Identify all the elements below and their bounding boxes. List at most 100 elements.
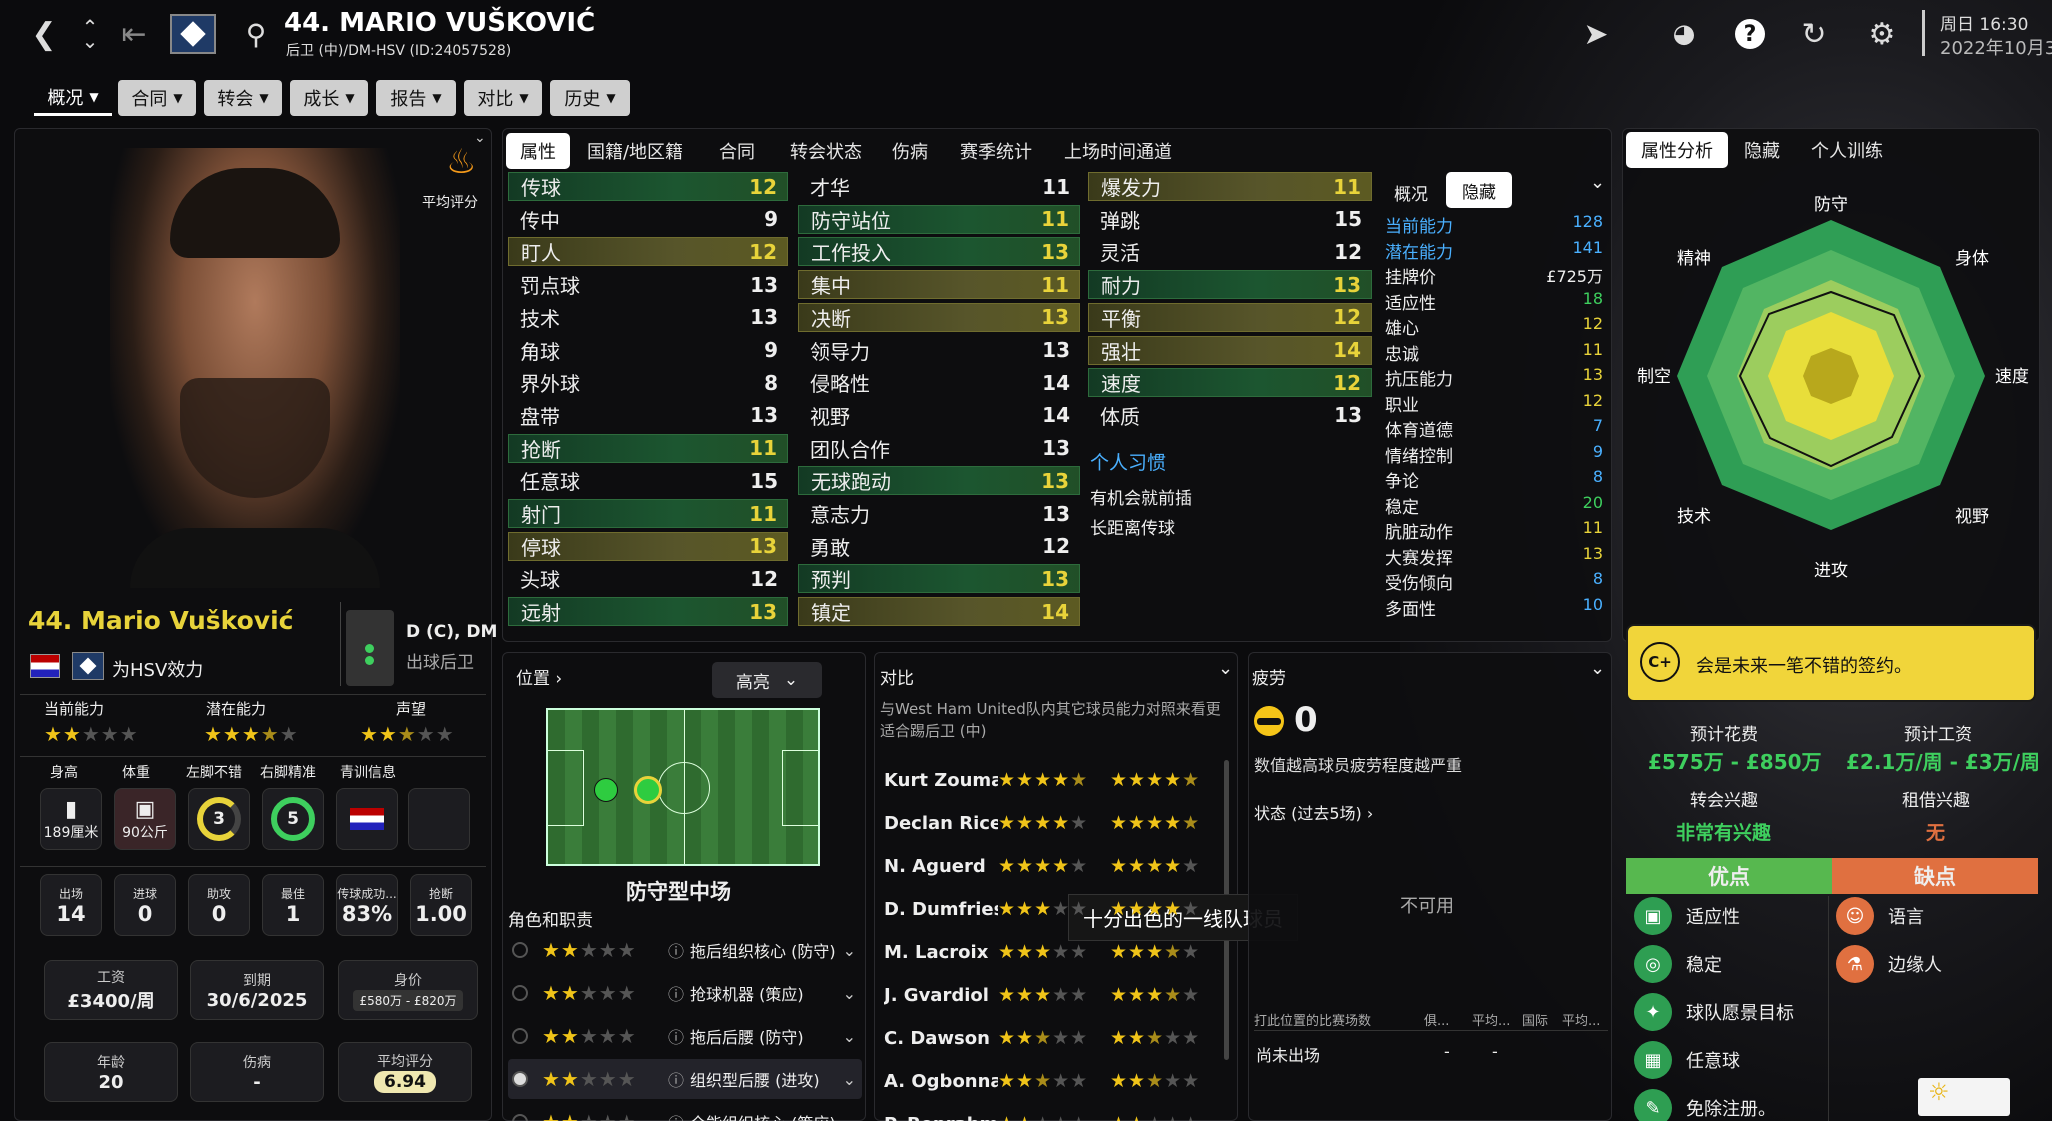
back-icon[interactable]: ❮ [24, 14, 64, 54]
attribute-row[interactable]: 视野 14 [798, 401, 1080, 430]
attr-tab[interactable]: 赛季统计 [950, 133, 1042, 169]
hidden-tab-hidden[interactable]: 隐藏 [1446, 172, 1512, 208]
role-row[interactable]: ★★★★★ⓘ 全能组织核心 (策应)⌄ [508, 1102, 862, 1121]
club-badge-icon[interactable] [170, 14, 216, 54]
skip-icon[interactable]: ⇤ [114, 14, 154, 54]
radio-button[interactable] [512, 1114, 528, 1121]
chevron-down-icon[interactable]: ⌄ [1590, 658, 1605, 679]
tab-hidden[interactable]: 隐藏 [1738, 132, 1786, 168]
attribute-row[interactable]: 决断 13 [798, 302, 1080, 332]
info-icon[interactable]: ⓘ [668, 1110, 684, 1121]
compare-row[interactable]: Declan Rice ★★★★★ ★★★★★ [884, 803, 1224, 843]
attribute-row[interactable]: 勇敢 12 [798, 532, 1080, 561]
attribute-row[interactable]: 速度 12 [1088, 368, 1372, 398]
chevron-down-icon[interactable]: ⌄ [1218, 658, 1233, 679]
attribute-row[interactable]: 才华 11 [798, 172, 1080, 201]
role-row[interactable]: ★★★★★ ⓘ 抢球机器 (策应) ⌄ [508, 973, 862, 1013]
compare-row[interactable]: A. Ogbonna ★★★★★ ★★★★★ [884, 1061, 1224, 1101]
form-status-label[interactable]: 状态 (过去5场) › [1254, 800, 1373, 824]
subtab-reports[interactable]: 报告 ▼ [376, 80, 456, 116]
chevron-down-icon[interactable]: ⌄ [843, 1027, 856, 1046]
attribute-row[interactable]: 传球 12 [508, 172, 788, 201]
attr-tab[interactable]: 伤病 [884, 133, 936, 169]
lightbulb-icon[interactable]: ☼ [1918, 1078, 2010, 1116]
chevron-down-icon[interactable]: ⌄ [1590, 172, 1605, 193]
subtab-transfer[interactable]: 转会 ▼ [204, 80, 282, 116]
subtab-history[interactable]: 历史 ▼ [550, 80, 630, 116]
radio-button[interactable] [512, 942, 528, 958]
compare-row[interactable]: N. Aguerd ★★★★★ ★★★★★ [884, 846, 1224, 886]
attr-tab[interactable]: 属性 [506, 133, 570, 169]
subtab-overview[interactable]: 概况 ▼ [34, 80, 112, 116]
subtab-contract[interactable]: 合同 ▼ [118, 80, 196, 116]
attribute-row[interactable]: 界外球 8 [508, 368, 788, 397]
search-icon[interactable]: ⚲ [236, 14, 276, 54]
info-icon[interactable]: ⓘ [668, 981, 684, 1005]
attribute-row[interactable]: 镇定 14 [798, 597, 1080, 627]
attribute-row[interactable]: 远射 13 [508, 597, 788, 627]
attribute-row[interactable]: 体质 13 [1088, 401, 1372, 430]
chevron-down-icon[interactable]: ⌄ [843, 1070, 856, 1089]
attr-tab[interactable]: 上场时间通道 [1052, 133, 1184, 169]
hidden-tab-overview[interactable]: 概况 [1394, 180, 1428, 205]
attribute-row[interactable]: 射门 11 [508, 499, 788, 528]
globe-icon[interactable]: ◕ [1664, 14, 1704, 54]
attribute-row[interactable]: 团队合作 13 [798, 434, 1080, 463]
tab-personal-training[interactable]: 个人训练 [1808, 132, 1886, 168]
attribute-row[interactable]: 罚点球 13 [508, 270, 788, 299]
subtab-development[interactable]: 成长 ▼ [290, 80, 368, 116]
info-icon[interactable]: ⓘ [668, 938, 684, 962]
attribute-row[interactable]: 无球跑动 13 [798, 466, 1080, 496]
attribute-row[interactable]: 防守站位 11 [798, 204, 1080, 234]
attribute-row[interactable]: 传中 9 [508, 205, 788, 234]
attribute-row[interactable]: 工作投入 13 [798, 237, 1080, 267]
attribute-row[interactable]: 灵活 12 [1088, 237, 1372, 266]
attribute-row[interactable]: 预判 13 [798, 564, 1080, 594]
attribute-row[interactable]: 强壮 14 [1088, 335, 1372, 365]
compare-row[interactable]: P. Benrahma★★★★★★★★★★ [884, 1104, 1224, 1121]
attribute-row[interactable]: 爆发力 11 [1088, 172, 1372, 201]
compare-row[interactable]: M. Lacroix ★★★★★ ★★★★★ [884, 932, 1224, 972]
refresh-icon[interactable]: ↻ [1794, 14, 1834, 54]
radio-button[interactable] [512, 1071, 528, 1087]
attribute-row[interactable]: 头球 12 [508, 564, 788, 593]
radio-button[interactable] [512, 1028, 528, 1044]
radio-button[interactable] [512, 985, 528, 1001]
chevron-down-icon[interactable]: ⌄ [474, 130, 486, 146]
position-title[interactable]: 位置 › [516, 664, 562, 689]
chevron-down-icon[interactable]: ⌄ [843, 1113, 856, 1121]
help-icon[interactable]: ? [1730, 14, 1770, 54]
role-row[interactable]: ★★★★★ ⓘ 拖后组织核心 (防守) ⌄ [508, 930, 862, 970]
attribute-row[interactable]: 抢断 11 [508, 433, 788, 463]
attr-tab[interactable]: 转会状态 [776, 133, 876, 169]
attribute-row[interactable]: 意志力 13 [798, 499, 1080, 528]
compare-row[interactable]: C. Dawson ★★★★★ ★★★★★ [884, 1018, 1224, 1058]
rocket-icon[interactable]: ➤ [1576, 14, 1616, 54]
compare-row[interactable]: D. Dumfries ★★★★★ ★★★★★ [884, 889, 1224, 929]
attr-tab[interactable]: 国籍/地区籍 [580, 133, 690, 169]
attribute-row[interactable]: 领导力 13 [798, 336, 1080, 365]
attribute-row[interactable]: 平衡 12 [1088, 302, 1372, 332]
attribute-row[interactable]: 集中 11 [798, 270, 1080, 300]
attribute-row[interactable]: 侵略性 14 [798, 368, 1080, 397]
chevron-down-icon[interactable]: ⌄ [843, 941, 856, 960]
role-row[interactable]: ★★★★★ ⓘ 拖后后腰 (防守) ⌄ [508, 1016, 862, 1056]
tab-attribute-analysis[interactable]: 属性分析 [1626, 132, 1728, 168]
attribute-row[interactable]: 停球 13 [508, 531, 788, 561]
attribute-row[interactable]: 盯人 12 [508, 237, 788, 267]
attribute-row[interactable]: 技术 13 [508, 303, 788, 332]
settings-gear-icon[interactable]: ⚙ [1862, 14, 1902, 54]
role-row[interactable]: ★★★★★ ⓘ 组织型后腰 (进攻) ⌄ [508, 1059, 862, 1099]
up-down-icon[interactable]: ⌃ ⌄ [70, 14, 110, 54]
compare-row[interactable]: Kurt Zouma ★★★★★ ★★★★★ [884, 760, 1224, 800]
subtab-compare[interactable]: 对比 ▼ [464, 80, 542, 116]
highlight-dropdown[interactable]: 高亮 ⌄ [712, 662, 822, 698]
attribute-row[interactable]: 角球 9 [508, 336, 788, 365]
value-box[interactable]: 身价 £580万 - £820万 [338, 960, 478, 1020]
info-icon[interactable]: ⓘ [668, 1024, 684, 1048]
attr-tab[interactable]: 合同 [712, 133, 762, 169]
info-icon[interactable]: ⓘ [668, 1067, 684, 1091]
attribute-row[interactable]: 耐力 13 [1088, 270, 1372, 300]
attribute-row[interactable]: 任意球 15 [508, 466, 788, 495]
chevron-down-icon[interactable]: ⌄ [843, 984, 856, 1003]
